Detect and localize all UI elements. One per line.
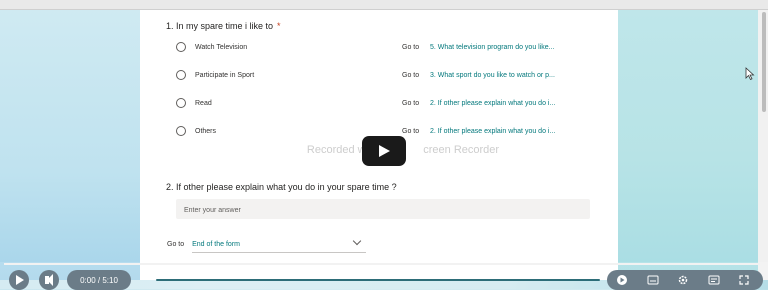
option-label: Others bbox=[195, 127, 217, 135]
browser-top-bar bbox=[0, 0, 768, 10]
goto-label: Go to bbox=[402, 43, 420, 51]
option-1-branch: Go to 5. What television program do you … bbox=[402, 40, 555, 54]
video-progress-bar[interactable] bbox=[4, 263, 760, 265]
record-icon[interactable] bbox=[616, 274, 628, 286]
option-others[interactable]: Others bbox=[176, 124, 216, 138]
radio-icon[interactable] bbox=[176, 98, 186, 108]
answer-box[interactable] bbox=[176, 199, 590, 221]
watermark-text-tail: creen Recorder bbox=[423, 144, 500, 156]
option-label: Read bbox=[195, 99, 212, 107]
goto-target-dropdown[interactable]: 5. What television program do you like..… bbox=[430, 44, 555, 51]
goto-label: Go to bbox=[402, 127, 420, 135]
form-card: 1. In my spare time i like to * Watch Tel… bbox=[140, 10, 618, 280]
option-watch-television[interactable]: Watch Television bbox=[176, 40, 247, 54]
option-2-branch: Go to 3. What sport do you like to watch… bbox=[402, 68, 555, 82]
option-participate-in-sport[interactable]: Participate in Sport bbox=[176, 68, 254, 82]
option-read[interactable]: Read bbox=[176, 96, 212, 110]
required-marker: * bbox=[277, 21, 281, 31]
question-1-title: 1. In my spare time i like to * bbox=[166, 21, 281, 31]
radio-icon[interactable] bbox=[176, 126, 186, 136]
goto-selected-value: End of the form bbox=[192, 240, 240, 248]
volume-button[interactable] bbox=[39, 270, 59, 290]
transcript-icon[interactable] bbox=[708, 274, 720, 286]
goto-label: Go to bbox=[402, 99, 420, 107]
radio-icon[interactable] bbox=[176, 42, 186, 52]
mouse-cursor-icon bbox=[745, 67, 755, 80]
goto-target-dropdown[interactable]: 3. What sport do you like to watch or p.… bbox=[430, 72, 555, 79]
play-icon bbox=[379, 145, 390, 157]
answer-input[interactable] bbox=[176, 200, 590, 221]
goto-target-dropdown[interactable]: 2. If other please explain what you do i… bbox=[430, 100, 555, 107]
option-label: Participate in Sport bbox=[195, 71, 255, 79]
question-1-text: 1. In my spare time i like to bbox=[166, 21, 274, 31]
seek-bar[interactable] bbox=[156, 279, 600, 281]
question-2-title: 2. If other please explain what you do i… bbox=[166, 182, 397, 192]
radio-icon[interactable] bbox=[176, 70, 186, 80]
goto-label: Go to bbox=[402, 71, 420, 79]
settings-gear-icon[interactable] bbox=[677, 274, 689, 286]
time-display: 0:00 / 5:10 bbox=[67, 270, 131, 290]
chevron-down-icon bbox=[352, 236, 362, 246]
fullscreen-icon[interactable] bbox=[738, 274, 750, 286]
player-right-controls bbox=[607, 270, 763, 290]
left-background bbox=[0, 10, 140, 280]
play-button[interactable] bbox=[9, 270, 29, 290]
option-4-branch: Go to 2. If other please explain what yo… bbox=[402, 124, 555, 138]
goto-label: Go to bbox=[167, 241, 185, 248]
right-background bbox=[618, 10, 758, 280]
captions-icon[interactable] bbox=[647, 274, 659, 286]
goto-dropdown[interactable]: End of the form bbox=[192, 236, 367, 253]
question-2-branch: Go to End of the form bbox=[167, 236, 367, 253]
play-icon bbox=[16, 275, 24, 285]
option-3-branch: Go to 2. If other please explain what yo… bbox=[402, 96, 555, 110]
play-overlay-button[interactable] bbox=[362, 136, 406, 166]
option-label: Watch Television bbox=[195, 43, 248, 51]
speaker-cone bbox=[47, 274, 53, 286]
goto-target-dropdown[interactable]: 2. If other please explain what you do i… bbox=[430, 128, 555, 135]
scrollbar-thumb[interactable] bbox=[762, 12, 766, 112]
